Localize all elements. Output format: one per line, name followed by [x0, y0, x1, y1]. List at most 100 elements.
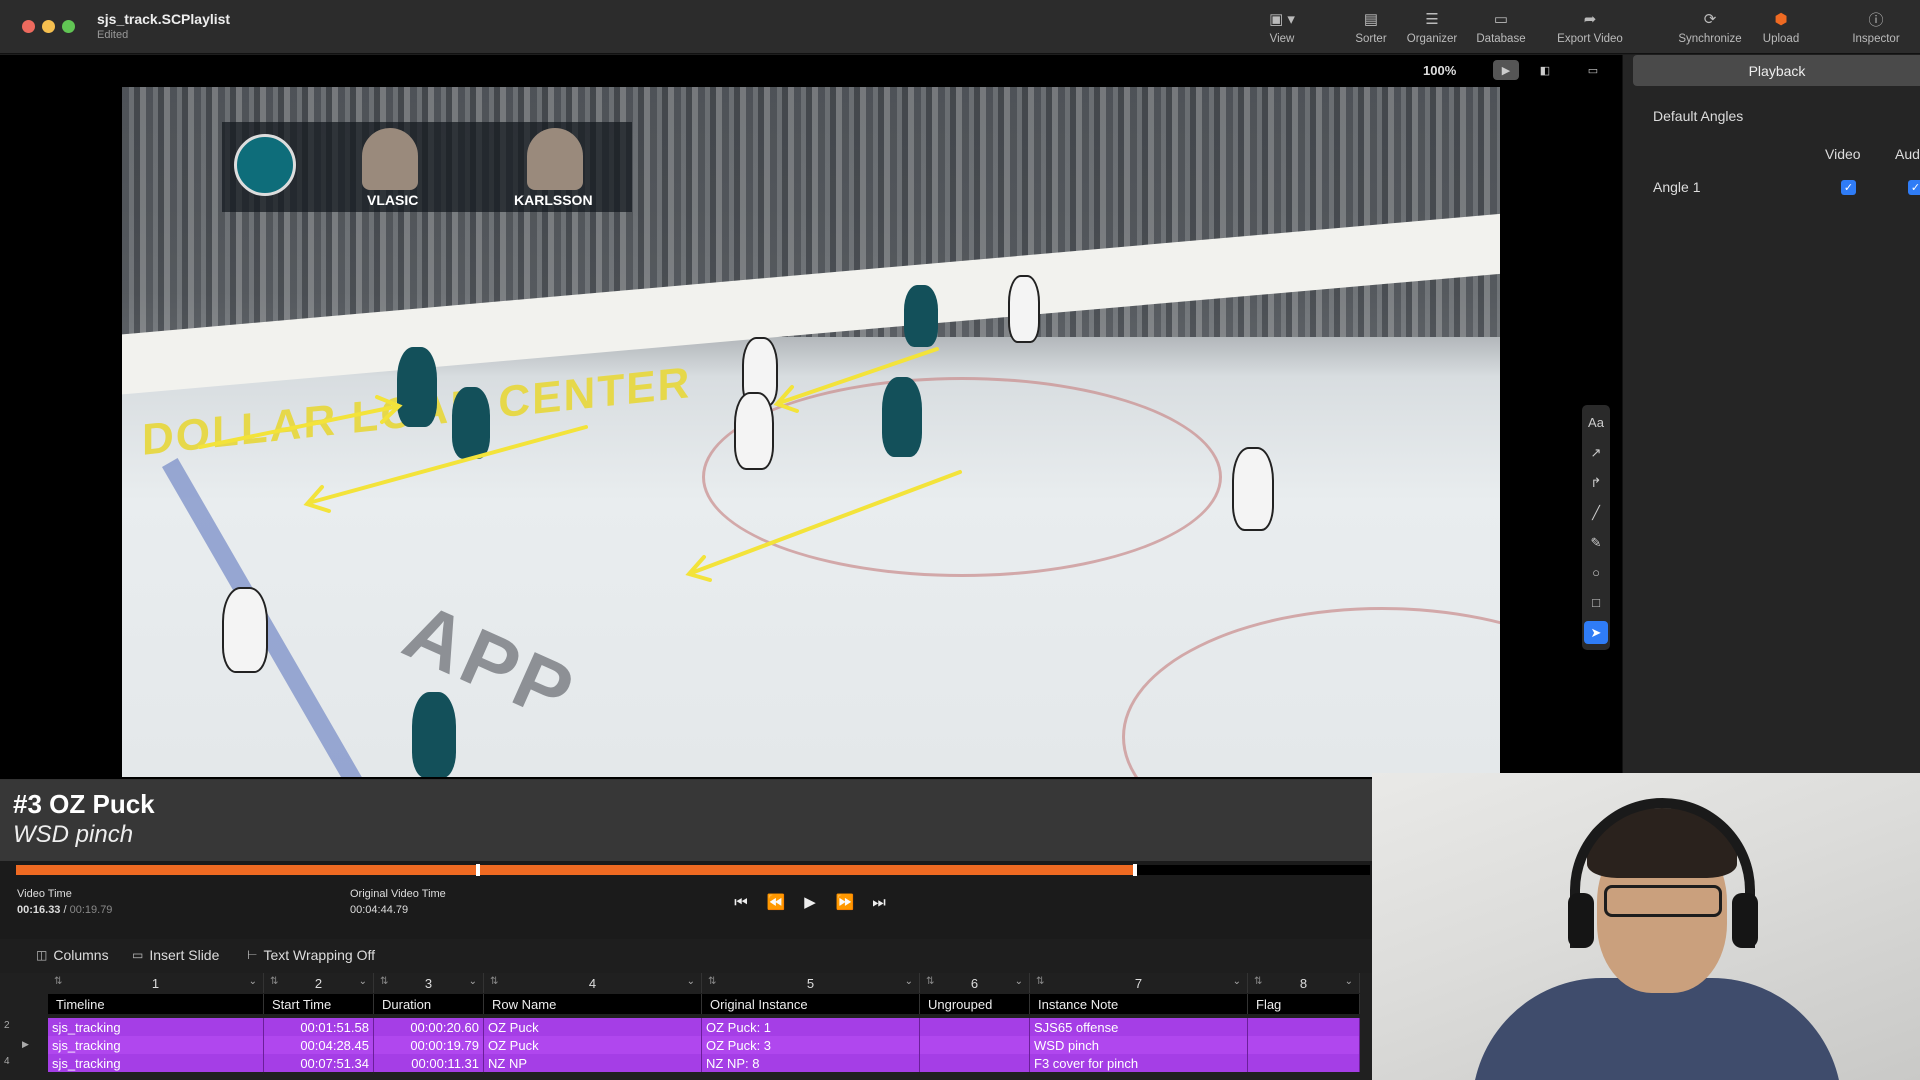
column-selector[interactable]: ⇅ 1 ⌄	[48, 973, 264, 993]
column-selector[interactable]: ⇅ 7 ⌄	[1030, 973, 1248, 993]
minimize-window-button[interactable]	[42, 20, 55, 33]
cell-row-name: OZ Puck	[484, 1018, 702, 1036]
row-number: 2	[4, 1020, 10, 1031]
table-toolbar: ◫ Columns ▭ Insert Slide ⊢ Text Wrapping…	[0, 939, 1372, 973]
video-mode-button[interactable]: ▶	[1493, 60, 1519, 80]
column-selector[interactable]: ⇅ 6 ⌄	[920, 973, 1030, 993]
header-timeline[interactable]: Timeline	[48, 994, 264, 1014]
skip-end-button[interactable]: ⏭	[866, 891, 892, 913]
table-row[interactable]: sjs_tracking 00:07:51.34 00:00:11.31 NZ …	[48, 1054, 1360, 1072]
text-wrapping-button[interactable]: ⊢ Text Wrapping Off	[247, 947, 375, 963]
slide-icon: ▭	[132, 948, 144, 962]
sorter-icon: ▤	[1363, 11, 1379, 28]
header-row-name[interactable]: Row Name	[484, 994, 702, 1014]
fast-forward-button[interactable]: ⏩	[832, 891, 858, 913]
cell-ungrouped	[920, 1054, 1030, 1072]
arrow-drawing	[310, 425, 588, 504]
play-button[interactable]: ▶	[797, 891, 823, 913]
circle-icon: ○	[1592, 565, 1600, 580]
clip-end-marker[interactable]	[1133, 864, 1138, 876]
chevron-down-icon: ⌄	[468, 976, 477, 987]
column-selector[interactable]: ⇅ 2 ⌄	[264, 973, 374, 993]
cell-instance-note: WSD pinch	[1030, 1036, 1248, 1054]
toolbar-view-button[interactable]: ▣ ▾ View	[1242, 8, 1322, 45]
player-name: VLASIC	[367, 192, 419, 208]
cell-timeline: sjs_tracking	[48, 1054, 264, 1072]
toolbar-upload-button[interactable]: ⬢ Upload	[1741, 8, 1821, 45]
view-icon: ▣ ▾	[1269, 11, 1295, 28]
zoom-level[interactable]: 100%	[1423, 63, 1456, 78]
header-original-instance[interactable]: Original Instance	[702, 994, 920, 1014]
cell-instance-note: F3 cover for pinch	[1030, 1054, 1248, 1072]
chevron-down-icon: ⌄	[686, 976, 695, 987]
cell-flag	[1248, 1054, 1360, 1072]
insert-slide-button[interactable]: ▭ Insert Slide	[132, 947, 219, 963]
angle-video-checkbox[interactable]: ✓	[1841, 180, 1856, 195]
playhead-marker[interactable]	[476, 864, 481, 876]
chevron-down-icon: ⌄	[1344, 976, 1353, 987]
header-duration[interactable]: Duration	[374, 994, 484, 1014]
line-tool[interactable]: ╱	[1584, 501, 1608, 524]
rewind-icon: ⏪	[766, 894, 786, 911]
angle-arrow-tool[interactable]: ↱	[1584, 471, 1608, 494]
disclosure-triangle-icon[interactable]: ▶	[22, 1039, 29, 1050]
rectangle-tool[interactable]: □	[1584, 591, 1608, 614]
circle-tool[interactable]: ○	[1584, 561, 1608, 584]
info-icon: ⓘ	[1868, 11, 1884, 29]
column-selector[interactable]: ⇅ 5 ⌄	[702, 973, 920, 993]
arrow-tool[interactable]: ↗	[1584, 441, 1608, 464]
table-row[interactable]: sjs_tracking 00:01:51.58 00:00:20.60 OZ …	[48, 1018, 1360, 1036]
column-number-row: ⇅ 1 ⌄ ⇅ 2 ⌄ ⇅ 3 ⌄ ⇅ 4 ⌄ ⇅ 5 ⌄ ⇅ 6 ⌄ ⇅ 7 ⌄ ⇅ 8 ⌄	[48, 973, 1360, 993]
toolbar-synchronize-button[interactable]: ⟳ Synchronize	[1670, 8, 1750, 45]
header-instance-note[interactable]: Instance Note	[1030, 994, 1248, 1014]
timeline-progress	[16, 865, 1134, 875]
video-frame: DOLLAR LOAN CENTER APP	[122, 87, 1500, 777]
table-header-row: Timeline Start Time Duration Row Name Or…	[48, 994, 1360, 1014]
text-wrap-icon: ⊢	[247, 948, 258, 962]
table-row[interactable]: sjs_tracking 00:04:28.45 00:00:19.79 OZ …	[48, 1036, 1360, 1054]
cell-start-time: 00:01:51.58	[264, 1018, 374, 1036]
arrow-drawing	[198, 405, 396, 449]
line-icon: ╱	[1592, 504, 1600, 520]
columns-button[interactable]: ◫ Columns	[36, 947, 109, 963]
skip-start-button[interactable]: ⏮	[728, 891, 754, 913]
rewind-button[interactable]: ⏪	[763, 891, 789, 913]
angle-audio-checkbox[interactable]: ✓	[1908, 180, 1920, 195]
select-tool[interactable]: ➤	[1584, 621, 1608, 644]
toolbar-export-video-button[interactable]: ➦ Export Video	[1550, 8, 1630, 45]
arrow-icon: ↗	[1590, 444, 1602, 460]
freehand-tool[interactable]: ✎	[1584, 531, 1608, 554]
arrow-drawing	[780, 347, 939, 404]
split-mode-button[interactable]: ◧	[1532, 60, 1558, 80]
text-tool[interactable]: Aa	[1584, 411, 1608, 434]
cell-duration: 00:00:19.79	[374, 1036, 484, 1054]
column-selector[interactable]: ⇅ 8 ⌄	[1248, 973, 1360, 993]
toolbar-database-button[interactable]: ▭ Database	[1461, 8, 1541, 45]
column-selector[interactable]: ⇅ 3 ⌄	[374, 973, 484, 993]
skip-start-icon: ⏮	[734, 893, 748, 911]
timeline-scrubber[interactable]	[16, 864, 1370, 876]
header-start-time[interactable]: Start Time	[264, 994, 374, 1014]
play-icon: ▶	[804, 894, 816, 911]
video-viewer[interactable]: 100% ▶ ◧ ▭ DOLLAR LOAN CENTER APP	[0, 55, 1622, 780]
toolbar-organizer-button[interactable]: ☰ Organizer	[1392, 8, 1472, 45]
headphone-ear-left	[1568, 893, 1594, 948]
cursor-icon: ➤	[1590, 624, 1602, 640]
toolbar-inspector-button[interactable]: ⓘ Inspector	[1836, 8, 1916, 46]
original-time-label: Original Video Time	[350, 888, 446, 900]
zoom-window-button[interactable]	[62, 20, 75, 33]
arrow-drawing	[692, 470, 962, 574]
column-selector[interactable]: ⇅ 4 ⌄	[484, 973, 702, 993]
player-photo	[362, 128, 418, 190]
close-window-button[interactable]	[22, 20, 35, 33]
tab-playback[interactable]: Playback	[1633, 55, 1920, 86]
team-logo	[234, 134, 296, 196]
video-time-current: 00:16.33	[17, 904, 61, 916]
external-display-button[interactable]: ▭	[1580, 60, 1606, 80]
cell-start-time: 00:07:51.34	[264, 1054, 374, 1072]
cell-row-name: NZ NP	[484, 1054, 702, 1072]
title-bar: sjs_track.SCPlaylist Edited ▣ ▾ View ▤ S…	[0, 0, 1920, 54]
header-ungrouped[interactable]: Ungrouped	[920, 994, 1030, 1014]
instance-table: ⇅ 1 ⌄ ⇅ 2 ⌄ ⇅ 3 ⌄ ⇅ 4 ⌄ ⇅ 5 ⌄ ⇅ 6 ⌄ ⇅ 7 ⌄ ⇅ 8 ⌄ Timeline…	[0, 973, 1372, 1080]
header-flag[interactable]: Flag	[1248, 994, 1360, 1014]
